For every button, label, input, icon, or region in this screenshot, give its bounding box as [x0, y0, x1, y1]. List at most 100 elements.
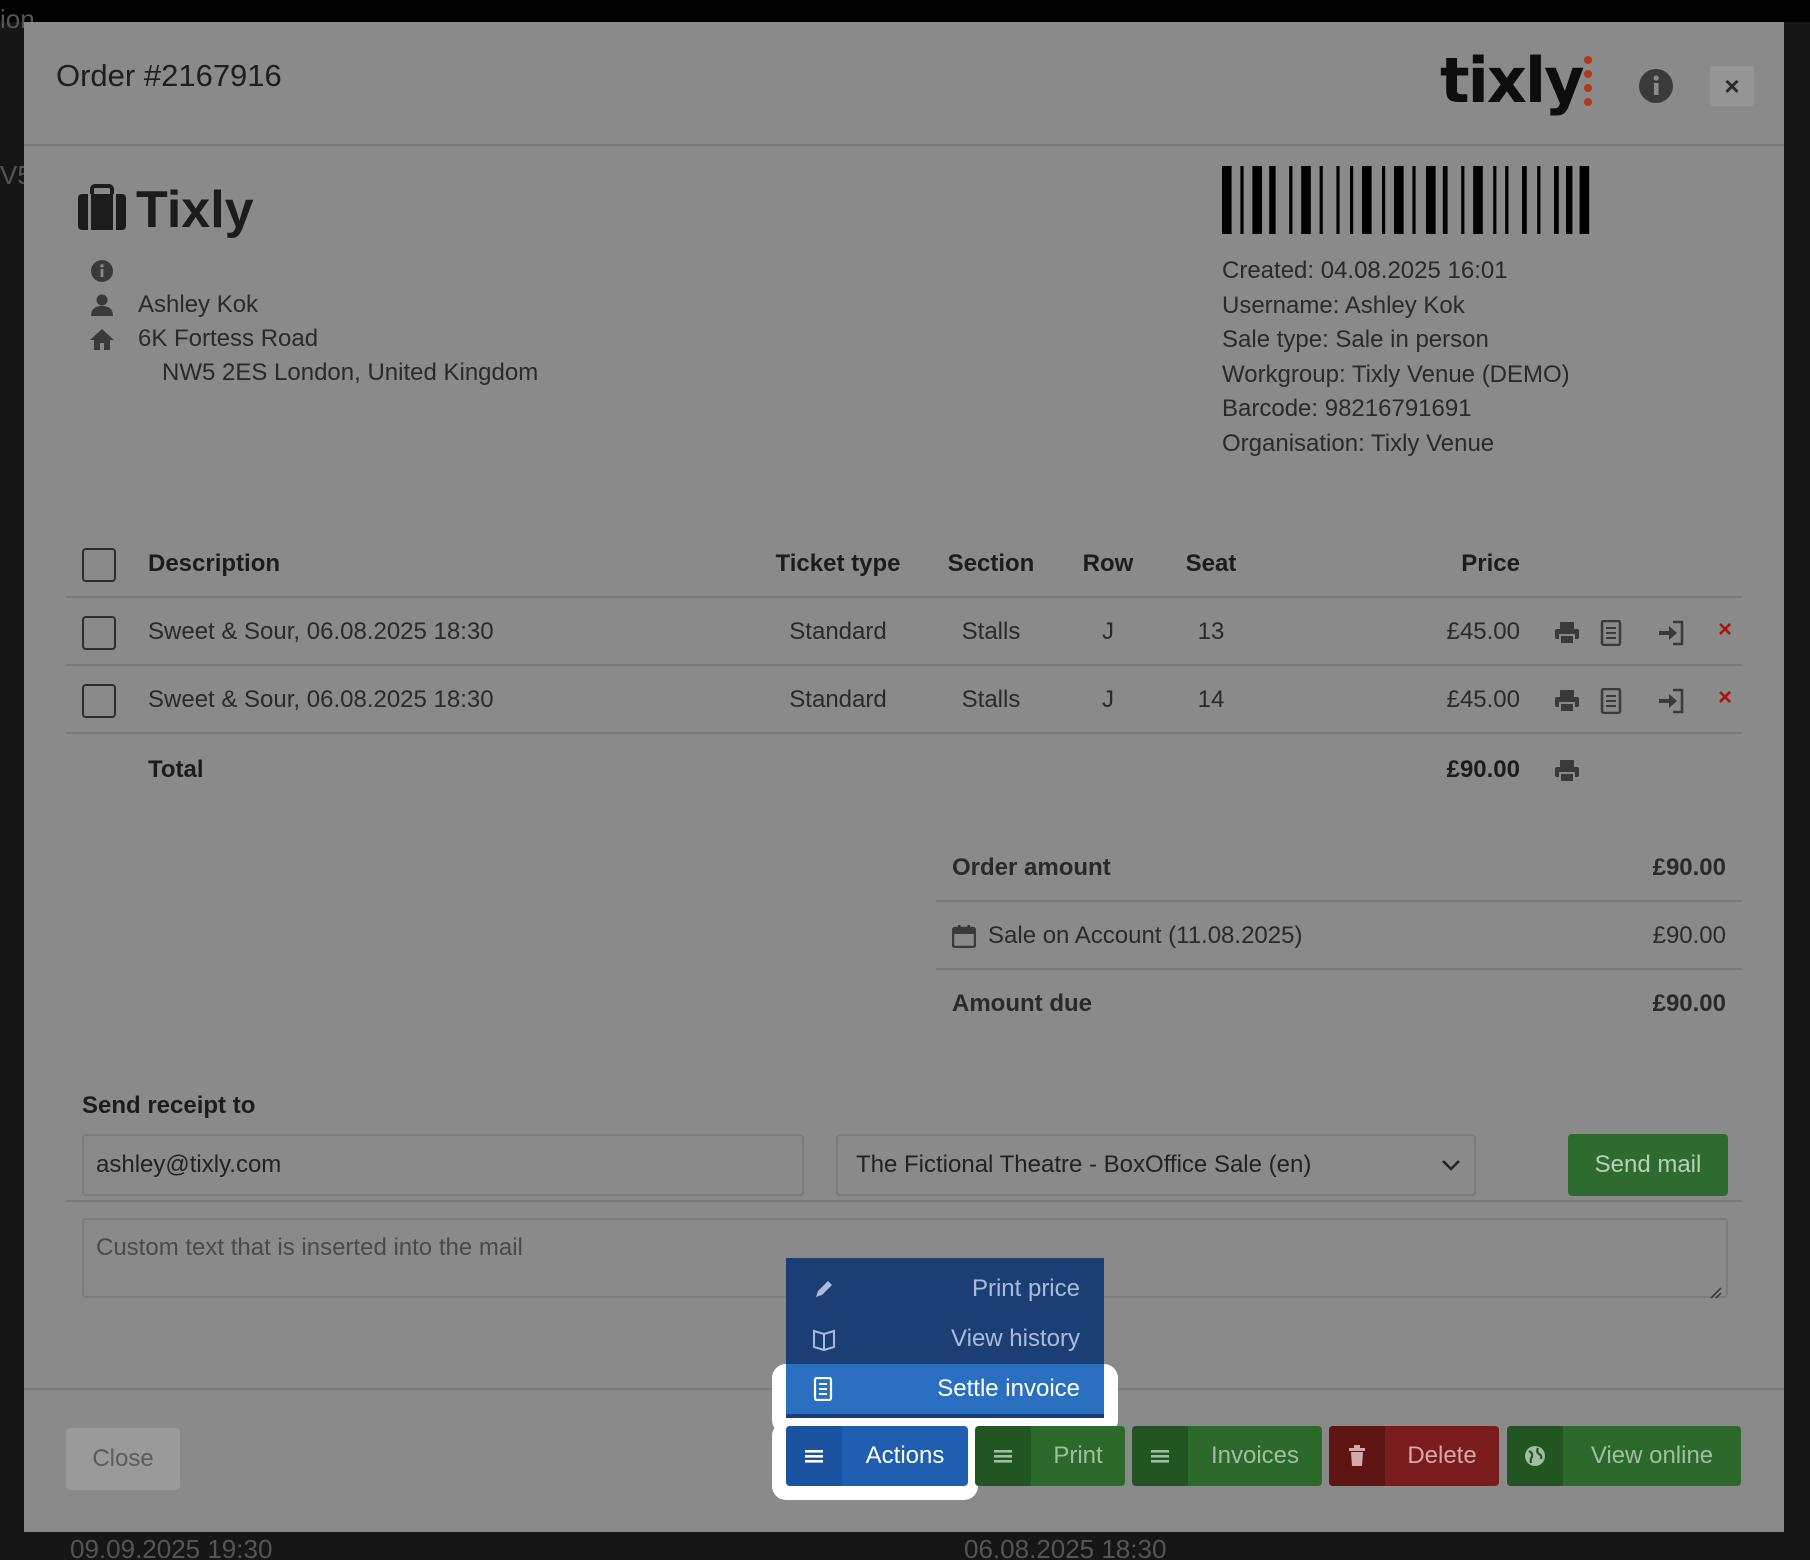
resize-handle-icon[interactable]: [1708, 1278, 1722, 1299]
trash-icon: [1329, 1426, 1385, 1486]
actions-button[interactable]: Actions: [786, 1426, 968, 1486]
row-checkbox[interactable]: [82, 684, 116, 718]
menu-icon: [786, 1426, 842, 1486]
row-checkbox[interactable]: [82, 616, 116, 650]
view-online-button[interactable]: View online: [1507, 1426, 1741, 1486]
payment-row: Sale on Account (11.08.2025) £90.00: [936, 902, 1742, 970]
cell-row: J: [1102, 618, 1114, 645]
col-ticket-type: Ticket type: [775, 550, 901, 577]
modal-header: Order #2167916 tixly ×: [24, 22, 1784, 146]
menu-item-view-history[interactable]: View history: [786, 1314, 1104, 1364]
cell-ticket-type: Standard: [789, 686, 887, 713]
table-row: Sweet & Sour, 06.08.2025 18:30 Standard …: [66, 666, 1742, 734]
print-label: Print: [1053, 1442, 1103, 1469]
view-online-label: View online: [1590, 1442, 1714, 1469]
cell-row: J: [1102, 686, 1114, 713]
calendar-icon: [952, 924, 976, 948]
table-row: Sweet & Sour, 06.08.2025 18:30 Standard …: [66, 598, 1742, 666]
total-value: £90.00: [1446, 756, 1520, 783]
cell-description: Sweet & Sour, 06.08.2025 18:30: [148, 686, 494, 713]
customer-details: Ashley Kok 6K Fortess Road NW5 2ES Londo…: [88, 254, 538, 390]
cell-section: Stalls: [961, 686, 1021, 713]
amount-due-value: £90.00: [1652, 990, 1726, 1017]
user-icon: [88, 291, 116, 319]
send-receipt-label: Send receipt to: [82, 1092, 256, 1119]
document-icon: [812, 1376, 836, 1402]
organisation-brand: Tixly: [76, 180, 254, 240]
cell-section: Stalls: [961, 618, 1021, 645]
print-icon[interactable]: [1554, 620, 1580, 646]
menu-item-label: Settle invoice: [937, 1375, 1080, 1402]
sign-in-icon[interactable]: [1658, 620, 1684, 646]
meta-barcode: Barcode: 98216791691: [1222, 395, 1472, 422]
order-modal: Order #2167916 tixly × Tixly Ashley Kok: [24, 22, 1784, 1532]
mail-template-value: The Fictional Theatre - BoxOffice Sale (…: [856, 1151, 1312, 1178]
organisation-name: Tixly: [136, 181, 254, 239]
background-text: 06.08.2025 18:30: [964, 1534, 1167, 1560]
meta-organisation: Organisation: Tixly Venue: [1222, 429, 1495, 457]
payment-amount: £90.00: [1652, 922, 1726, 949]
menu-item-settle-invoice[interactable]: Settle invoice: [786, 1364, 1104, 1414]
amount-due-row: Amount due £90.00: [936, 970, 1742, 1038]
pencil-icon: [812, 1277, 836, 1301]
mail-template-select[interactable]: The Fictional Theatre - BoxOffice Sale (…: [836, 1134, 1476, 1196]
table-total-row: Total £90.00: [66, 736, 1742, 804]
order-amount-row: Order amount £90.00: [936, 834, 1742, 902]
print-button[interactable]: Print: [975, 1426, 1125, 1486]
barcode-image: [1222, 166, 1712, 234]
divider: [66, 1200, 1742, 1202]
order-amount-value: £90.00: [1652, 854, 1726, 881]
col-section: Section: [947, 550, 1035, 577]
col-price: Price: [1461, 550, 1520, 577]
menu-item-print-price[interactable]: Print price: [786, 1264, 1104, 1314]
table-header-row: Description Ticket type Section Row Seat…: [66, 530, 1742, 598]
customer-address-line2: NW5 2ES London, United Kingdom: [162, 359, 539, 386]
close-button[interactable]: Close: [66, 1428, 180, 1490]
total-label: Total: [148, 756, 204, 783]
cell-price: £45.00: [1446, 618, 1520, 645]
delete-button[interactable]: Delete: [1329, 1426, 1499, 1486]
delete-label: Delete: [1407, 1442, 1477, 1469]
menu-icon: [1132, 1426, 1188, 1486]
invoices-label: Invoices: [1210, 1442, 1300, 1469]
sign-in-icon[interactable]: [1658, 688, 1684, 714]
background-text: 09.09.2025 19:30: [70, 1534, 273, 1560]
tixly-logo: tixly: [1440, 44, 1585, 117]
order-amount-label: Order amount: [952, 854, 1111, 881]
info-icon[interactable]: [1636, 66, 1676, 106]
meta-created: Created: 04.08.2025 16:01: [1222, 257, 1508, 284]
logo-dots-icon: [1584, 56, 1594, 120]
menu-icon: [975, 1426, 1031, 1486]
customer-name: Ashley Kok: [138, 291, 259, 318]
email-field[interactable]: ashley@tixly.com: [82, 1134, 804, 1196]
cell-seat: 13: [1197, 618, 1225, 645]
menu-item-label: Print price: [971, 1275, 1080, 1302]
modal-title: Order #2167916: [56, 58, 282, 93]
remove-ticket-icon[interactable]: ×: [1718, 684, 1732, 712]
briefcase-icon: [76, 183, 128, 237]
remove-ticket-icon[interactable]: ×: [1718, 616, 1732, 644]
document-icon[interactable]: [1600, 687, 1626, 715]
order-meta: Created: 04.08.2025 16:01 Username: Ashl…: [1222, 254, 1570, 461]
invoices-button[interactable]: Invoices: [1132, 1426, 1322, 1486]
customer-address-line1: 6K Fortess Road: [138, 325, 319, 352]
meta-sale-type: Sale type: Sale in person: [1222, 326, 1489, 353]
book-icon: [812, 1327, 836, 1352]
amount-due-label: Amount due: [952, 990, 1092, 1017]
cell-seat: 14: [1197, 686, 1225, 713]
cell-price: £45.00: [1446, 686, 1520, 713]
print-icon[interactable]: [1554, 758, 1580, 784]
select-all-checkbox[interactable]: [82, 548, 116, 582]
payment-label: Sale on Account (11.08.2025): [988, 922, 1303, 949]
chevron-down-icon: [1440, 1136, 1462, 1216]
close-icon[interactable]: ×: [1710, 66, 1754, 106]
info-icon[interactable]: [88, 257, 116, 285]
document-icon[interactable]: [1600, 619, 1626, 647]
print-icon[interactable]: [1554, 688, 1580, 714]
col-row: Row: [1082, 550, 1134, 577]
cell-description: Sweet & Sour, 06.08.2025 18:30: [148, 618, 494, 645]
home-icon: [88, 325, 116, 353]
meta-workgroup: Workgroup: Tixly Venue (DEMO): [1222, 360, 1570, 388]
send-mail-button[interactable]: Send mail: [1568, 1134, 1728, 1196]
meta-username: Username: Ashley Kok: [1222, 291, 1465, 319]
